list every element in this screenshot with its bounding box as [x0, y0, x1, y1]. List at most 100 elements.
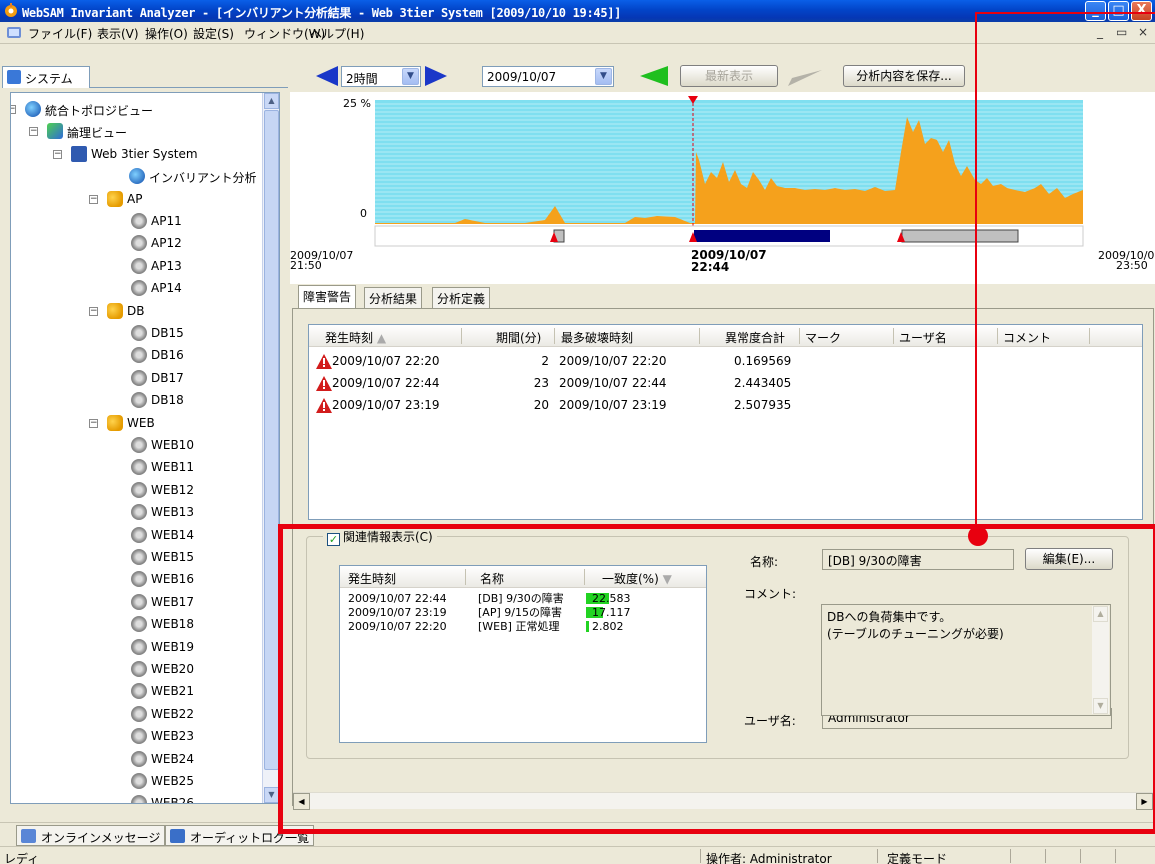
mdi-restore-button[interactable]: ▭ [1116, 25, 1127, 39]
server-icon [131, 571, 147, 588]
highlight-frame [278, 524, 1155, 834]
alarm-row[interactable]: 2009/10/07 22:44 23 2009/10/07 22:44 2.4434… [309, 373, 1142, 395]
server-icon [131, 257, 147, 274]
alarm-row[interactable]: 2009/10/07 23:19 20 2009/10/07 23:19 2.5079… [309, 395, 1142, 417]
group-icon [107, 190, 123, 207]
window-title: WebSAM Invariant Analyzer - [インバリアント分析結果… [22, 6, 622, 20]
tree-scrollbar[interactable]: ▲ ▼ [262, 93, 279, 803]
alarm-peak: 2009/10/07 22:20 [559, 354, 667, 368]
col-duration[interactable]: 期間(分) [496, 329, 541, 346]
tree-node-label: DB [127, 303, 145, 318]
tree-node-label: WEB12 [151, 482, 194, 497]
col-score[interactable]: 異常度合計 [725, 329, 785, 346]
col-time[interactable]: 発生時刻 ▲ [325, 329, 386, 346]
tree-node-label: DB17 [151, 370, 184, 385]
tree-node-label: WEB24 [151, 751, 194, 766]
alarm-score: 0.169569 [734, 354, 792, 368]
col-comment[interactable]: コメント [1003, 329, 1051, 346]
mdi-minimize-button[interactable]: _ [1097, 25, 1103, 39]
group-icon [107, 302, 123, 319]
menu-bar: ファイル(F) 表示(V) 操作(O) 設定(S) ウィンドウ(W) ヘルプ(H… [0, 22, 1155, 44]
server-icon [131, 481, 147, 498]
title-bar: WebSAM Invariant Analyzer - [インバリアント分析結果… [0, 0, 1155, 22]
tree-node-label: WEB22 [151, 706, 194, 721]
anomaly-chart[interactable]: 25 % 0 2009/10/07 21:50 2009/10/07 22:44… [290, 92, 1155, 284]
previous-arrow-icon[interactable] [316, 66, 338, 86]
tree-node-label: WEB26 [151, 796, 194, 804]
group-icon [107, 414, 123, 431]
alarm-score: 2.507935 [734, 398, 792, 412]
collapse-icon[interactable]: − [11, 105, 16, 114]
tree-node-label: DB16 [151, 348, 184, 363]
server-icon [131, 705, 147, 722]
sort-asc-icon: ▲ [376, 331, 387, 345]
system-icon [7, 70, 21, 84]
tree-node-label: WEB [127, 415, 155, 430]
menu-settings[interactable]: 設定(S) [193, 25, 234, 42]
collapse-icon[interactable]: − [89, 306, 98, 316]
server-icon [131, 459, 147, 476]
tab-alarms[interactable]: 障害警告 [298, 285, 357, 309]
tab-analysis-result[interactable]: 分析結果 [364, 287, 423, 308]
mdi-close-button[interactable]: × [1138, 25, 1148, 39]
save-analysis-button[interactable]: 分析内容を保存... [843, 65, 965, 87]
tree-node-label: Web 3tier System [91, 146, 198, 161]
tree-node-label: WEB15 [151, 550, 194, 564]
server-icon [131, 661, 147, 677]
collapse-icon[interactable]: − [53, 149, 62, 159]
col-mark[interactable]: マーク [805, 329, 841, 346]
collapse-icon[interactable]: − [29, 127, 38, 137]
tree-node-label: DB18 [151, 393, 184, 408]
server-icon [131, 638, 147, 655]
maximize-button[interactable]: □ [1108, 1, 1129, 21]
server-icon [131, 728, 147, 745]
menu-operation[interactable]: 操作(O) [145, 25, 188, 42]
status-text: レディ [4, 852, 40, 864]
alarm-list[interactable]: 発生時刻 ▲ 期間(分) 最多破壊時刻 異常度合計 マーク ユーザ名 コメント … [308, 324, 1143, 520]
callout-line [975, 12, 1155, 14]
forward-arrow-icon[interactable] [788, 66, 822, 86]
tab-online-messages[interactable]: オンラインメッセージ [16, 825, 166, 846]
scroll-down-arrow-icon[interactable]: ▼ [264, 787, 279, 803]
scroll-thumb[interactable] [264, 110, 279, 770]
menu-help[interactable]: ヘルプ(H) [310, 25, 364, 42]
tab-system[interactable]: システム [2, 66, 90, 88]
menu-file[interactable]: ファイル(F) [28, 25, 92, 42]
col-user[interactable]: ユーザ名 [899, 329, 947, 346]
collapse-icon[interactable]: − [89, 194, 98, 204]
tree-node-label: AP13 [151, 258, 182, 273]
alarm-segment [901, 229, 1019, 243]
warning-icon [316, 354, 332, 369]
toolbar: 2時間 ▼ 2009/10/07 ▼ 最新表示 分析内容を保存... [290, 62, 1155, 92]
next-arrow-icon[interactable] [425, 66, 447, 86]
system-tree[interactable]: 統合トポロジビュー−論理ビュー−Web 3tier System−インバリアント… [10, 92, 280, 804]
minimize-button[interactable]: _ [1085, 1, 1106, 21]
col-peak-time[interactable]: 最多破壊時刻 [561, 329, 633, 346]
scroll-up-arrow-icon[interactable]: ▲ [264, 93, 279, 109]
tab-analysis-definition[interactable]: 分析定義 [432, 287, 491, 308]
period-select[interactable]: 2時間 ▼ [341, 66, 421, 87]
close-button[interactable]: X [1131, 1, 1152, 21]
latest-button[interactable]: 最新表示 [680, 65, 778, 87]
alarm-peak: 2009/10/07 23:19 [559, 398, 667, 412]
app-icon [5, 3, 17, 17]
tree-node-label: WEB11 [151, 460, 194, 475]
analysis-icon [129, 168, 145, 185]
result-tabs: 障害警告 分析結果 分析定義 [290, 284, 1155, 309]
tree-node-label: WEB13 [151, 505, 194, 520]
back-green-arrow-icon[interactable] [640, 66, 668, 86]
tree-node-label: AP14 [151, 281, 182, 296]
warning-icon [316, 376, 332, 391]
date-select[interactable]: 2009/10/07 ▼ [482, 66, 614, 87]
tree-node-label: 統合トポロジビュー [45, 104, 154, 118]
menu-view[interactable]: 表示(V) [97, 25, 139, 42]
warning-icon [316, 398, 332, 413]
alarm-row[interactable]: 2009/10/07 22:20 2 2009/10/07 22:20 0.16956… [309, 351, 1142, 373]
alarm-segment-selected [694, 230, 830, 242]
document-icon [7, 27, 21, 38]
topology-icon [25, 101, 41, 117]
collapse-icon[interactable]: − [89, 418, 98, 428]
y-min-label: 0 [360, 207, 367, 220]
alarm-time: 2009/10/07 22:20 [332, 354, 440, 368]
server-icon [131, 392, 147, 409]
